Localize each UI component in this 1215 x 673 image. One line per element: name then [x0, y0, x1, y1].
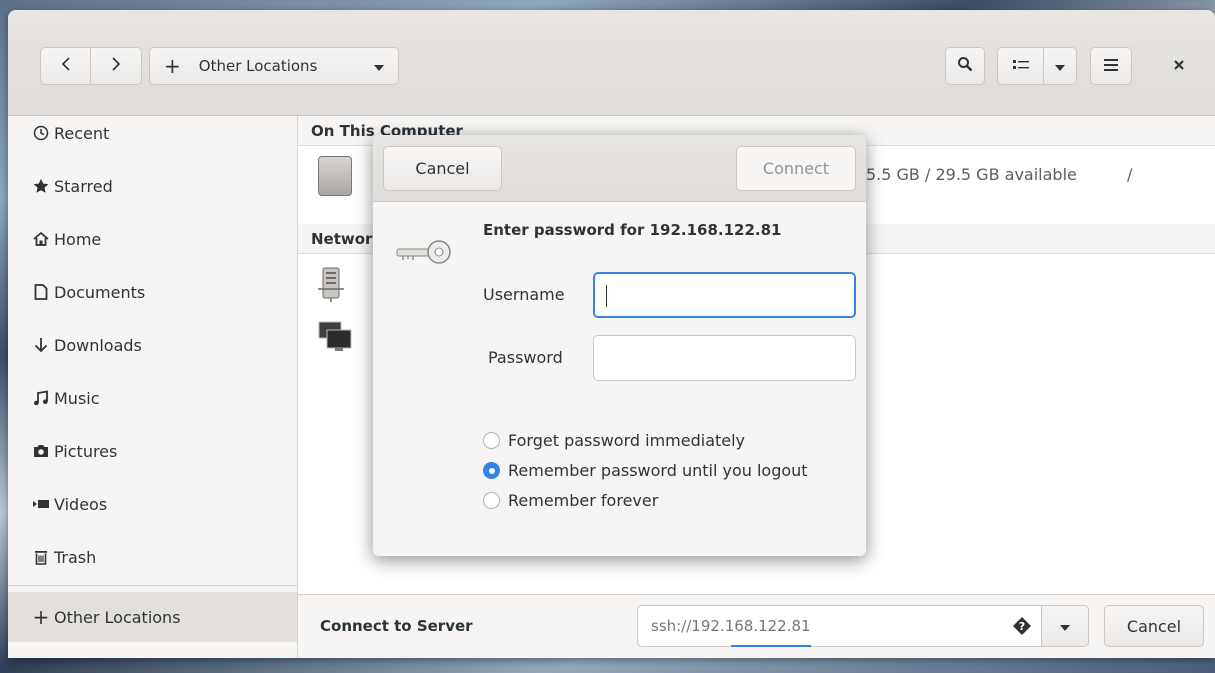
download-icon — [32, 336, 50, 354]
radio-button-icon — [483, 432, 500, 449]
file-manager-window: + Other Locations Recent Starred Home Do… — [8, 10, 1215, 658]
radio-label: Remember password until you logout — [508, 461, 808, 480]
disk-path: / — [1127, 165, 1133, 184]
sidebar-item-trash[interactable]: Trash — [8, 532, 297, 582]
sidebar-item-label: Trash — [54, 547, 97, 567]
chevron-down-icon — [1060, 617, 1070, 635]
radio-remember-until-logout[interactable]: Remember password until you logout — [483, 461, 808, 480]
location-label: Other Locations — [198, 57, 318, 75]
view-options-button[interactable] — [1043, 47, 1077, 85]
clock-icon — [32, 124, 50, 142]
home-icon — [32, 230, 50, 248]
chevron-down-icon — [1055, 57, 1065, 75]
sidebar-item-videos[interactable]: Videos — [8, 479, 297, 529]
dialog-cancel-label: Cancel — [415, 159, 470, 178]
input-underline — [731, 645, 811, 647]
search-icon — [957, 56, 973, 76]
dialog-header-bar: Cancel Connect — [373, 135, 866, 202]
server-list-dropdown-button[interactable] — [1041, 605, 1089, 647]
sidebar-item-home[interactable]: Home — [8, 214, 297, 264]
music-icon — [32, 389, 50, 407]
sidebar-item-label: Documents — [54, 282, 146, 302]
radio-button-icon — [483, 492, 500, 509]
password-dialog: Cancel Connect Enter password for 192.16… — [373, 135, 866, 556]
hamburger-icon — [1104, 57, 1118, 75]
star-icon — [32, 177, 50, 195]
sidebar-item-label: Videos — [54, 494, 108, 514]
sidebar-item-recent[interactable]: Recent — [8, 108, 297, 158]
server-address-text: ssh://192.168.122.81 — [651, 617, 811, 635]
connect-to-server-bar: Connect to Server ssh://192.168.122.81 ?… — [298, 594, 1215, 658]
dialog-connect-button[interactable]: Connect — [736, 146, 856, 191]
dropdown-arrow-icon — [374, 57, 384, 75]
sidebar-item-label: Home — [54, 229, 102, 249]
list-view-icon — [1012, 57, 1029, 75]
navigation-buttons — [40, 47, 143, 85]
sidebar-item-label: Starred — [54, 176, 113, 196]
camera-icon — [32, 442, 50, 460]
server-icon — [318, 267, 344, 303]
sidebar-item-documents[interactable]: Documents — [8, 267, 297, 317]
menu-button[interactable] — [1090, 47, 1132, 85]
password-label: Password — [488, 348, 563, 367]
key-icon — [395, 237, 455, 269]
document-icon — [32, 283, 50, 301]
trash-icon — [32, 548, 50, 566]
sidebar-item-label: Other Locations — [54, 607, 181, 627]
sidebar-item-label: Recent — [54, 123, 110, 143]
dialog-title: Enter password for 192.168.122.81 — [483, 221, 782, 239]
radio-label: Remember forever — [508, 491, 659, 510]
back-button[interactable] — [40, 47, 91, 85]
sidebar-item-starred[interactable]: Starred — [8, 161, 297, 211]
close-icon — [1173, 57, 1185, 75]
close-button[interactable] — [1163, 50, 1195, 82]
server-address-input[interactable]: ssh://192.168.122.81 ? — [637, 605, 1042, 647]
username-label: Username — [483, 285, 565, 304]
text-cursor — [606, 285, 607, 307]
sidebar-item-label: Downloads — [54, 335, 142, 355]
sidebar-item-music[interactable]: Music — [8, 373, 297, 423]
dialog-connect-label: Connect — [762, 159, 830, 178]
footer-cancel-label: Cancel — [1126, 616, 1182, 636]
connect-to-server-label: Connect to Server — [320, 617, 473, 635]
sidebar-item-downloads[interactable]: Downloads — [8, 320, 297, 370]
footer-cancel-button[interactable]: Cancel — [1104, 605, 1204, 647]
chevron-right-icon — [111, 57, 121, 75]
sidebar-divider — [8, 585, 297, 586]
sidebar-item-label: Music — [54, 388, 100, 408]
forward-button[interactable] — [91, 47, 142, 85]
chevron-left-icon — [61, 57, 71, 75]
plus-icon: + — [164, 54, 181, 78]
radio-label: Forget password immediately — [508, 431, 746, 450]
search-button[interactable] — [945, 47, 985, 85]
sidebar-item-label: Pictures — [54, 441, 118, 461]
plus-icon: + — [32, 605, 50, 629]
sidebar-item-pictures[interactable]: Pictures — [8, 426, 297, 476]
radio-button-selected-icon — [483, 462, 500, 479]
help-diamond-icon[interactable]: ? — [1013, 617, 1031, 639]
svg-text:?: ? — [1019, 620, 1025, 633]
sidebar-item-other-locations[interactable]: + Other Locations — [8, 592, 297, 642]
dialog-cancel-button[interactable]: Cancel — [383, 146, 502, 191]
view-toggle-button[interactable] — [997, 47, 1044, 85]
location-path-button[interactable]: + Other Locations — [149, 47, 399, 85]
video-icon — [32, 495, 50, 513]
drive-icon — [318, 156, 352, 196]
header-bar: + Other Locations — [8, 10, 1215, 116]
radio-remember-forever[interactable]: Remember forever — [483, 491, 658, 510]
username-field[interactable] — [593, 272, 856, 318]
network-computers-icon — [316, 319, 356, 359]
password-field[interactable] — [593, 335, 856, 381]
sidebar: Recent Starred Home Documents Downloads — [8, 116, 298, 658]
radio-forget-immediately[interactable]: Forget password immediately — [483, 431, 745, 450]
disk-info: 5.5 GB / 29.5 GB available — [866, 165, 1077, 184]
